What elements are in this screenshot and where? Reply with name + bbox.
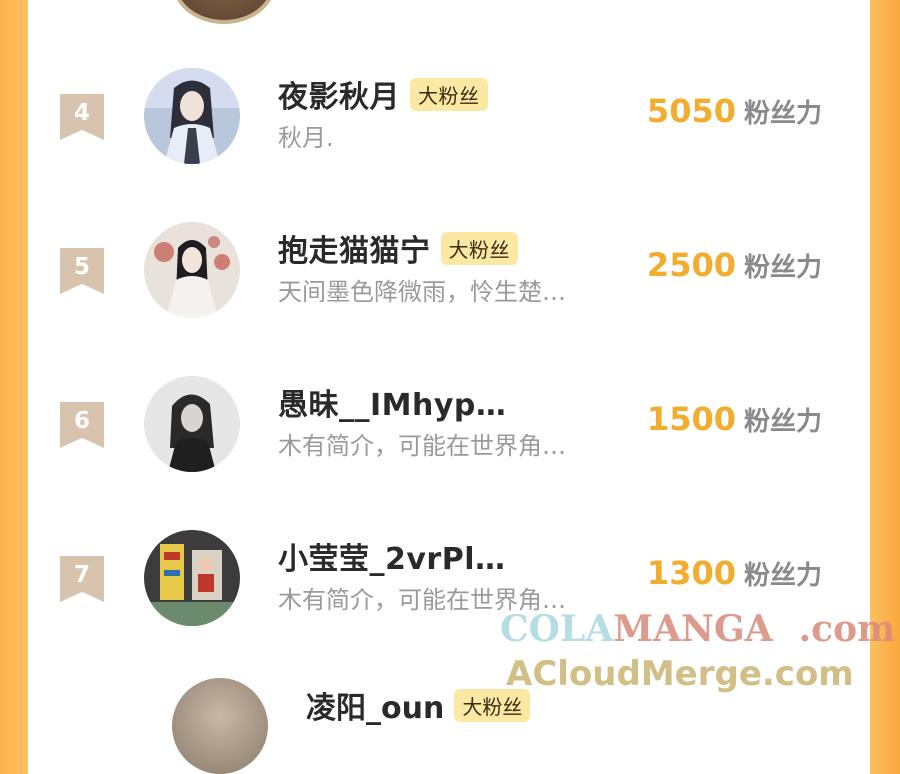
score-unit: 粉丝力 [743, 561, 822, 591]
fan-name-line: 夜影秋月 大粉丝 [278, 72, 488, 116]
fan-score: 2500 粉丝力 [647, 246, 822, 284]
fan-name: 凌阳_oun [306, 691, 445, 726]
watermark-part: MANGA [613, 608, 773, 650]
fan-intro: 天间墨色降微雨，怜生楚… [278, 278, 566, 306]
fan-name-line: 凌阳_oun 大粉丝 [306, 683, 531, 727]
fan-level-badge: 大粉丝 [440, 232, 518, 265]
avatar[interactable] [144, 222, 240, 318]
avatar[interactable] [172, 0, 276, 24]
fan-name: 夜影秋月 [278, 80, 400, 115]
list-item[interactable]: 4 夜影秋月 大粉丝 秋月. 5050 粉丝力 [28, 64, 870, 214]
avatar[interactable] [144, 68, 240, 164]
avatar[interactable] [144, 530, 240, 626]
avatar[interactable] [172, 678, 268, 774]
rank-badge: 7 [60, 556, 104, 602]
rank-badge: 6 [60, 402, 104, 448]
list-item[interactable]: 5 抱走猫猫宁 大粉丝 天间墨色降微雨，怜生楚… 2500 粉丝力 [28, 218, 870, 368]
score-unit: 粉丝力 [743, 407, 822, 437]
score-value: 2500 [646, 246, 736, 284]
fan-intro: 木有简介，可能在世界角… [278, 432, 566, 460]
fan-score: 5050 粉丝力 [647, 92, 822, 130]
score-unit: 粉丝力 [743, 253, 822, 283]
site-watermark: COLAMANGA .com [500, 608, 895, 650]
watermark-part: .com [798, 608, 896, 650]
rank-badge: 4 [60, 94, 104, 140]
fan-intro: 秋月. [278, 124, 334, 152]
fan-name: 小莹莹_2vrPl… [278, 542, 506, 577]
site-watermark: ACloudMerge.com [506, 654, 854, 694]
rank-badge: 5 [60, 248, 104, 294]
fan-name-line: 抱走猫猫宁 大粉丝 [278, 226, 518, 270]
fan-level-badge: 大粉丝 [410, 78, 488, 111]
avatar[interactable] [144, 376, 240, 472]
score-value: 1300 [646, 554, 736, 592]
score-unit: 粉丝力 [743, 99, 822, 129]
fan-name: 抱走猫猫宁 [278, 234, 431, 269]
score-value: 5050 [646, 92, 736, 130]
watermark-part: COLA [500, 608, 614, 650]
fan-score: 1500 粉丝力 [647, 400, 822, 438]
fan-name: 愚昧__IMhyp… [278, 388, 507, 423]
fan-name-line: 愚昧__IMhyp… [278, 380, 506, 424]
list-item[interactable]: 6 愚昧__IMhyp… 木有简介，可能在世界角… 1500 粉丝力 [28, 372, 870, 522]
fan-ranking-panel: 4 夜影秋月 大粉丝 秋月. 5050 粉丝力 5 抱走猫猫宁 大粉丝 天间墨色… [28, 0, 870, 774]
fan-score: 1300 粉丝力 [647, 554, 822, 592]
score-value: 1500 [646, 400, 736, 438]
fan-name-line: 小莹莹_2vrPl… [278, 534, 506, 578]
